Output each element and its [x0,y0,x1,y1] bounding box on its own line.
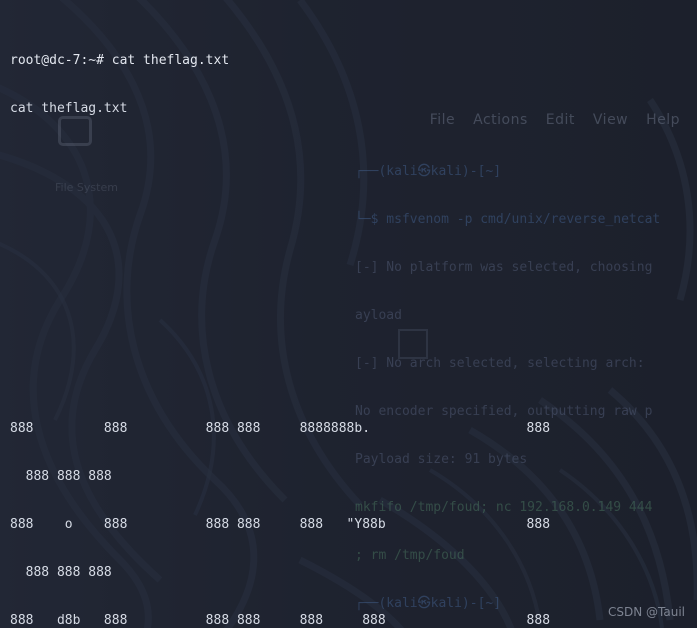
ascii-art-line: 888 888 888 [10,469,112,484]
ascii-art-line: 888 o 888 888 888 888 "Y88b 888 [10,517,551,532]
ascii-art-line: 888 d8b 888 888 888 888 888 888 [10,613,551,628]
ascii-art-line: 888 888 888 888 8888888b. 888 [10,421,551,436]
csdn-watermark: CSDN @Tauil [608,605,685,619]
prompt-line: root@dc-7:~# cat theflag.txt [10,53,230,68]
ascii-art-line: 888 888 888 [10,565,112,580]
terminal-output[interactable]: root@dc-7:~# cat theflag.txt cat theflag… [0,0,697,628]
terminal-window: File System File Actions Edit View Help ┌──(… [0,0,697,628]
command-echo-line: cat theflag.txt [10,101,128,116]
